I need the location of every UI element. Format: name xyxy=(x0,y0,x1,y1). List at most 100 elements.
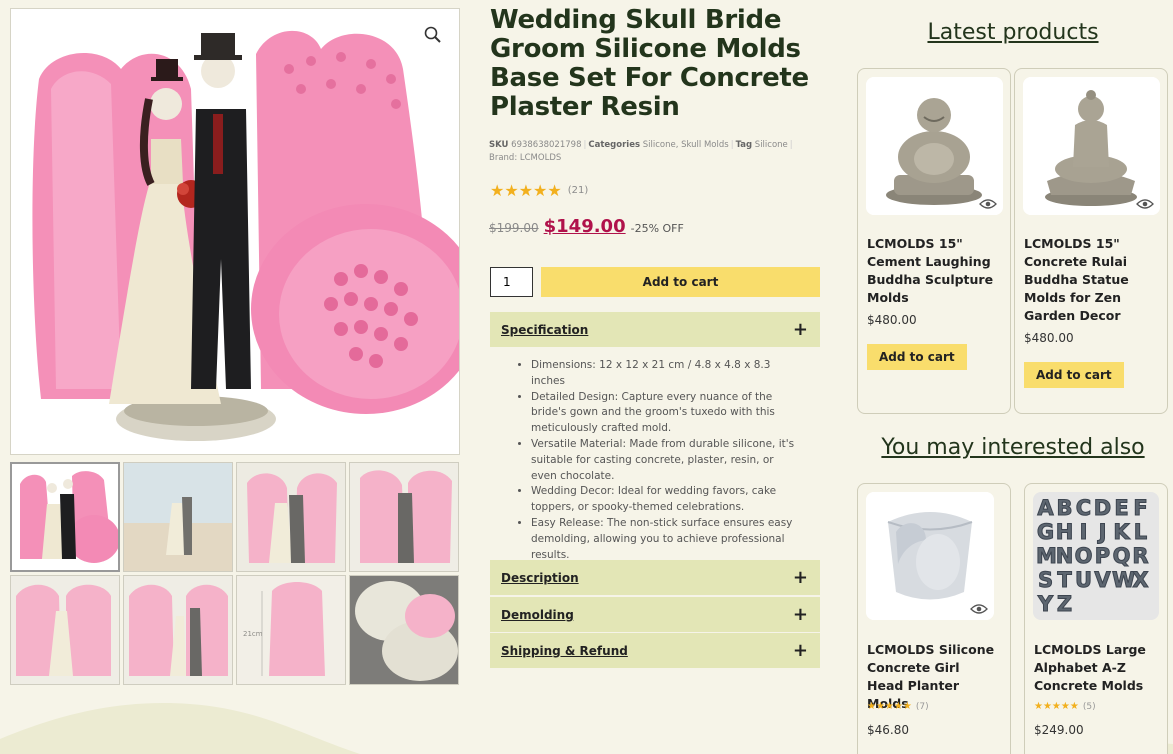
spec-item: Versatile Material: Made from durable si… xyxy=(531,437,802,484)
old-price: $199.00 xyxy=(489,221,539,235)
alphabet-letter: C xyxy=(1075,496,1092,521)
add-to-cart-button[interactable]: Add to cart xyxy=(541,267,820,297)
latest-products-heading[interactable]: Latest products xyxy=(858,20,1168,45)
rating-count: (7) xyxy=(915,701,929,712)
alphabet-letter: O xyxy=(1074,544,1093,569)
categories-link[interactable]: Silicone, Skull Molds xyxy=(643,140,729,150)
alphabet-letter: V xyxy=(1094,568,1111,593)
thumbnail-7[interactable]: 21cm xyxy=(236,575,346,685)
eye-icon[interactable] xyxy=(1136,195,1154,209)
spec-item: Detailed Design: Capture every nuance of… xyxy=(531,390,802,437)
alphabet-letter: Q xyxy=(1112,544,1131,569)
thumbnail-4[interactable] xyxy=(349,462,459,572)
thumbnail-1[interactable] xyxy=(10,462,120,572)
tag-link[interactable]: Silicone xyxy=(755,140,788,150)
thumbnail-3[interactable] xyxy=(236,462,346,572)
alphabet-letter: G xyxy=(1036,520,1055,545)
accordion-demolding-label: Demolding xyxy=(501,607,574,622)
alphabet-letter: N xyxy=(1055,544,1074,569)
alphabet-letter: L xyxy=(1133,520,1148,545)
alphabet-letter: K xyxy=(1113,520,1130,545)
product-card-title[interactable]: LCMOLDS 15" Concrete Rulai Buddha Statue… xyxy=(1024,235,1160,325)
alphabet-letter: U xyxy=(1074,568,1093,593)
alphabet-letter: T xyxy=(1057,568,1072,593)
product-card-price: $249.00 xyxy=(1034,723,1084,737)
plus-icon: + xyxy=(792,566,808,588)
product-card-alphabet-molds[interactable]: ABCDEF GHIJKL MNOPQR STUVWX YZ LCMOLDS Large… xyxy=(1024,483,1168,754)
alphabet-letter: P xyxy=(1094,544,1111,569)
alphabet-letter-grid: ABCDEF GHIJKL MNOPQR STUVWX YZ xyxy=(1033,492,1159,620)
sale-price: $149.00 xyxy=(543,216,626,237)
accordion-shipping-refund[interactable]: Shipping & Refund + xyxy=(490,633,820,669)
accordion-description-label: Description xyxy=(501,570,579,585)
alphabet-letter: J xyxy=(1098,520,1107,545)
thumb-dimension-label: 21cm xyxy=(243,630,263,638)
add-to-cart-button[interactable]: Add to cart xyxy=(1024,362,1124,388)
interested-heading: You may interested also xyxy=(881,435,1145,460)
alphabet-letter: Z xyxy=(1056,592,1073,617)
product-rating[interactable]: ★★★★★ (21) xyxy=(490,180,589,200)
alphabet-letter: A xyxy=(1037,496,1054,521)
accordion-specification[interactable]: Specification + xyxy=(490,312,820,348)
plus-icon: + xyxy=(792,318,808,340)
product-card-price: $480.00 xyxy=(1024,331,1074,345)
alphabet-letter: H xyxy=(1055,520,1074,545)
eye-icon[interactable] xyxy=(970,600,988,614)
alphabet-letter: Y xyxy=(1037,592,1054,617)
accordion-description[interactable]: Description + xyxy=(490,560,820,596)
rating-stars: ★★★★★ xyxy=(867,701,912,712)
product-title: Wedding Skull Bride Groom Silicone Molds… xyxy=(490,5,809,122)
accordion-shipping-label: Shipping & Refund xyxy=(501,643,628,658)
product-image[interactable]: ABCDEF GHIJKL MNOPQR STUVWX YZ xyxy=(1033,492,1159,620)
product-card-title[interactable]: LCMOLDS Large Alphabet A-Z Concrete Mold… xyxy=(1034,641,1164,695)
rating-count[interactable]: (21) xyxy=(568,185,589,196)
thumbnail-5[interactable] xyxy=(10,575,120,685)
accordion-specification-label: Specification xyxy=(501,322,589,337)
product-image[interactable] xyxy=(866,77,1003,215)
product-card-price: $46.80 xyxy=(867,723,909,737)
thumbnail-8[interactable] xyxy=(349,575,459,685)
alphabet-letter: E xyxy=(1114,496,1129,521)
quantity-input[interactable] xyxy=(490,267,533,297)
categories-label: Categories xyxy=(588,140,641,150)
alphabet-letter: S xyxy=(1037,568,1054,593)
alphabet-letter: F xyxy=(1133,496,1148,521)
brand-text: Brand: LCMOLDS xyxy=(489,153,562,163)
main-product-image[interactable] xyxy=(10,8,460,455)
tag-label: Tag xyxy=(735,140,753,150)
skull-bride-groom-mold-photo xyxy=(32,30,459,441)
rating-stars: ★★★★★ xyxy=(1034,701,1079,712)
plus-icon: + xyxy=(792,603,808,625)
alphabet-letter: B xyxy=(1056,496,1073,521)
specification-content: Dimensions: 12 x 12 x 21 cm / 4.8 x 4.8 … xyxy=(490,348,820,561)
alphabet-letter: M xyxy=(1036,544,1058,569)
alphabet-letter: R xyxy=(1132,544,1149,569)
discount-badge: -25% OFF xyxy=(630,222,684,235)
spec-item: Easy Release: The non-stick surface ensu… xyxy=(531,516,802,563)
product-card-laughing-buddha[interactable]: LCMOLDS 15" Cement Laughing Buddha Sculp… xyxy=(857,68,1011,414)
thumbnail-2[interactable] xyxy=(123,462,233,572)
alphabet-letter: W xyxy=(1112,568,1136,593)
thumbnail-6[interactable] xyxy=(123,575,233,685)
alphabet-letter: D xyxy=(1093,496,1112,521)
product-card-rulai-buddha[interactable]: LCMOLDS 15" Concrete Rulai Buddha Statue… xyxy=(1014,68,1168,414)
plus-icon: + xyxy=(792,639,808,661)
product-image[interactable] xyxy=(1023,77,1160,215)
product-card-price: $480.00 xyxy=(867,313,917,327)
alphabet-letter: I xyxy=(1079,520,1088,545)
rating-count: (5) xyxy=(1082,701,1096,712)
price-row: $199.00 $149.00 -25% OFF xyxy=(489,216,684,237)
magnifier-icon[interactable] xyxy=(423,25,443,45)
product-card-girl-head-planter[interactable]: LCMOLDS Silicone Concrete Girl Head Plan… xyxy=(857,483,1011,754)
accordion-demolding[interactable]: Demolding + xyxy=(490,597,820,633)
product-card-title[interactable]: LCMOLDS 15" Cement Laughing Buddha Sculp… xyxy=(867,235,997,307)
thumbnail-gallery: 21cm xyxy=(10,462,461,686)
alphabet-letter: X xyxy=(1132,568,1149,593)
product-image[interactable] xyxy=(866,492,994,620)
add-to-cart-button[interactable]: Add to cart xyxy=(867,344,967,370)
rating-stars: ★★★★★ xyxy=(490,180,562,200)
product-meta: SKU 6938638021798 | Categories Silicone, S… xyxy=(489,140,793,163)
eye-icon[interactable] xyxy=(979,195,997,209)
sku-label: SKU xyxy=(489,140,509,150)
product-card-rating: ★★★★★ (7) xyxy=(867,701,929,712)
